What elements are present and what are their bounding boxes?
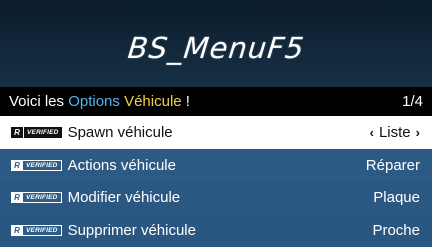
rockstar-r-icon: R xyxy=(11,160,23,171)
verified-label: VERIFIED xyxy=(23,127,62,138)
item-left: R VERIFIED Modifier véhicule xyxy=(11,189,180,206)
subheader-text: Voici les Options Véhicule ! xyxy=(9,93,190,110)
arrow-right-icon[interactable]: › xyxy=(416,125,420,140)
verified-badge-icon: R VERIFIED xyxy=(11,225,62,236)
arrow-left-icon[interactable]: ‹ xyxy=(370,125,374,140)
rockstar-r-icon: R xyxy=(11,192,23,203)
verified-badge-icon: R VERIFIED xyxy=(11,127,62,138)
subheader-suffix: ! xyxy=(181,93,190,110)
item-label: Spawn véhicule xyxy=(67,124,173,141)
menu-item-modifier-vehicule[interactable]: R VERIFIED Modifier véhicule Plaque xyxy=(0,181,432,214)
menu-item-spawn-vehicule[interactable]: R VERIFIED Spawn véhicule ‹ Liste › xyxy=(0,116,432,149)
list-selector[interactable]: ‹ Liste › xyxy=(370,124,420,141)
item-counter: 1/4 xyxy=(402,93,423,110)
verified-badge-icon: R VERIFIED xyxy=(11,192,62,203)
item-label: Actions véhicule xyxy=(67,157,176,174)
item-left: R VERIFIED Supprimer véhicule xyxy=(11,222,196,239)
rockstar-r-icon: R xyxy=(11,225,23,236)
item-right: Réparer xyxy=(366,157,420,174)
verified-label: VERIFIED xyxy=(23,225,62,236)
subheader-options: Options xyxy=(68,93,120,110)
verified-badge-icon: R VERIFIED xyxy=(11,160,62,171)
verified-label: VERIFIED xyxy=(23,192,62,203)
menu-title: BS_MenuF5 xyxy=(125,30,307,65)
menu-item-actions-vehicule[interactable]: R VERIFIED Actions véhicule Réparer xyxy=(0,149,432,182)
rockstar-r-icon: R xyxy=(11,127,23,138)
subheader-prefix: Voici les xyxy=(9,93,69,110)
item-label: Modifier véhicule xyxy=(67,189,181,206)
item-label: Supprimer véhicule xyxy=(67,222,196,239)
verified-label: VERIFIED xyxy=(23,160,62,171)
item-left: R VERIFIED Actions véhicule xyxy=(11,157,176,174)
item-value: Liste xyxy=(378,124,411,141)
menu-banner: BS_MenuF5 xyxy=(0,0,432,87)
subheader-vehicule: Véhicule xyxy=(124,93,182,110)
item-value: Proche xyxy=(372,222,420,239)
item-value: Plaque xyxy=(373,189,420,206)
item-value: Réparer xyxy=(365,157,420,174)
item-right: Proche xyxy=(372,222,420,239)
menu-item-supprimer-vehicule[interactable]: R VERIFIED Supprimer véhicule Proche xyxy=(0,214,432,247)
item-left: R VERIFIED Spawn véhicule xyxy=(11,124,173,141)
item-right: Plaque xyxy=(373,189,420,206)
vehicle-menu: BS_MenuF5 Voici les Options Véhicule ! 1… xyxy=(0,0,432,247)
menu-subheader: Voici les Options Véhicule ! 1/4 xyxy=(0,87,432,116)
